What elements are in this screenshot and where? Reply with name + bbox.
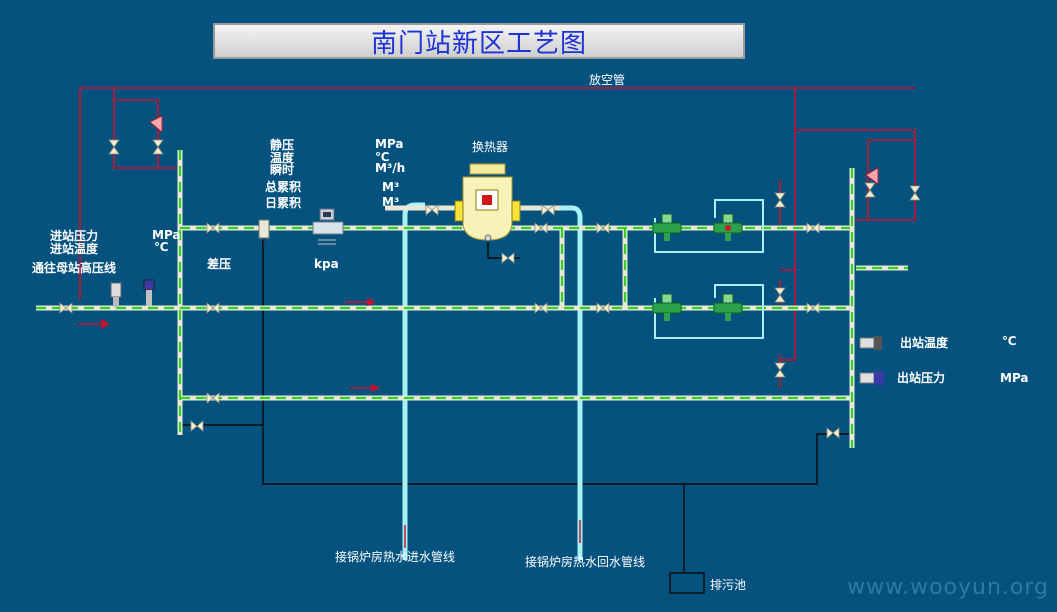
heat-exchanger xyxy=(454,163,521,242)
vent-pipe-label: 放空管 xyxy=(589,73,626,87)
watermark: www.wooyun.org xyxy=(847,575,1049,600)
flow-arrows xyxy=(78,297,380,393)
boiler-return-line-label: 接锅炉房热水回水管线 xyxy=(525,555,646,569)
flow-instant-unit: M³/h xyxy=(375,161,406,175)
flow-total-unit: M³ xyxy=(382,180,400,194)
outlet-temp-unit: ℃ xyxy=(1002,334,1017,348)
instant-flow-label: 瞬时 xyxy=(270,163,295,177)
inlet-temp-unit: ℃ xyxy=(154,240,169,254)
heat-exchanger-label: 换热器 xyxy=(472,140,509,154)
diff-pressure-label: 差压 xyxy=(207,257,232,271)
static-pressure-label: 静压 xyxy=(270,138,295,152)
daily-cumulative-label: 日累积 xyxy=(265,196,302,210)
outlet-temperature-label: 出站温度 xyxy=(900,336,949,350)
process-diagram xyxy=(36,87,921,594)
outlet-pressure-label: 出站压力 xyxy=(897,371,946,385)
outlet-pressure-unit: MPa xyxy=(1000,371,1029,385)
inlet-pressure-label: 进站压力 xyxy=(50,229,99,243)
relief-valves xyxy=(149,115,879,185)
kpa-unit-label: kpa xyxy=(314,257,339,271)
flow-meter xyxy=(312,208,344,245)
outlet-instruments xyxy=(859,336,884,385)
boiler-supply-line-label: 接锅炉房热水进水管线 xyxy=(335,550,456,564)
to-mother-station-label: 通往母站高压线 xyxy=(32,261,117,275)
total-cumulative-label: 总累积 xyxy=(265,180,302,194)
inlet-instruments xyxy=(110,279,155,307)
inlet-temperature-label: 进站温度 xyxy=(50,242,99,256)
sewage-pool-box xyxy=(669,572,705,594)
sewage-pool-label: 排污池 xyxy=(710,578,747,592)
flow-pressure-unit: MPa xyxy=(375,137,404,151)
diff-pressure-transmitter xyxy=(258,219,270,246)
flow-daily-unit: M³ xyxy=(382,195,400,209)
